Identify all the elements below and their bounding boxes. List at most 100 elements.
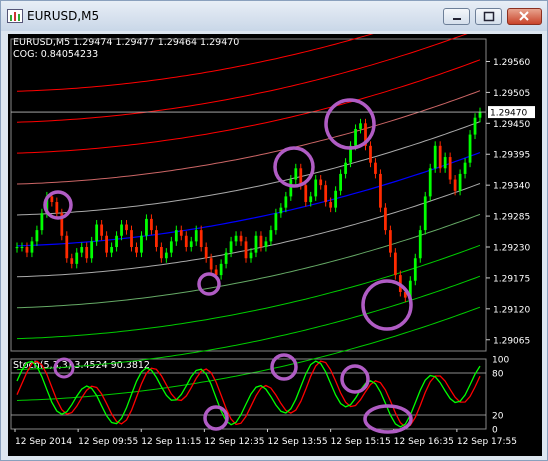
bull-candle [284,196,288,208]
time-tick-label: 12 Sep 15:15 [331,437,391,447]
bear-candle [379,173,382,208]
bear-candle [304,185,308,203]
bull-candle [174,230,178,242]
time-tick-label: 12 Sep 2014 [15,437,72,447]
bull-candle [169,241,173,253]
bear-candle [199,230,203,247]
bull-candle [418,230,422,259]
bull-candle [354,128,357,146]
cog-center-line [16,152,481,247]
price-tick-label: 1.29340 [493,182,530,192]
bull-candle [35,230,39,242]
chart-area[interactable]: EURUSD,M5 1.29474 1.29477 1.29464 1.2947… [8,0,542,456]
bear-candle [384,207,387,231]
price-tick-label: 1.29230 [493,244,530,254]
title-bar[interactable]: EURUSD,M5 [1,1,547,31]
bear-candle [155,230,158,247]
bull-candle [90,241,94,259]
bear-candle [150,218,153,231]
bear-candle [25,247,29,253]
cog-upper-band [16,121,481,216]
bear-candle [130,230,133,247]
minimize-button[interactable] [443,8,470,25]
price-tick-label: 1.29175 [493,274,530,284]
chart-window: EURUSD,M5 EURUSD,M5 1.29474 1.29477 1.29… [0,0,548,461]
chart-window-icon [7,9,23,23]
bull-candle [473,117,477,135]
bear-candle [369,145,372,163]
bull-candle [164,252,168,259]
bear-candle [239,235,243,242]
bear-candle [55,202,59,214]
bull-candle [234,235,238,242]
bear-candle [319,179,323,186]
bear-candle [85,247,89,259]
bull-candle [249,252,253,259]
bull-candle [274,213,278,231]
bull-candle [339,173,342,191]
bear-candle [329,202,333,208]
stoch-tick-label: 80 [492,370,504,380]
bull-candle [264,241,268,247]
highlight-circle [340,364,370,394]
bull-candle [145,218,148,236]
bull-candle [359,123,362,129]
bull-candle [120,224,123,236]
bull-candle [279,207,283,214]
bull-candle [413,258,417,281]
stoch-tick-label: 100 [492,356,509,366]
highlight-circle [203,405,229,431]
bull-candle [468,134,472,163]
bull-candle [344,162,347,174]
time-tick-label: 12 Sep 11:15 [141,437,201,447]
maximize-button[interactable] [475,8,502,25]
bear-candle [100,224,104,236]
cog-lower-band [16,183,481,278]
close-icon [519,11,529,21]
cog-upper-band [16,90,481,185]
bear-candle [448,157,452,180]
bull-candle [269,230,273,242]
price-tick-label: 1.29285 [493,213,530,223]
bear-candle [388,230,392,253]
bull-candle [30,241,34,253]
bull-candle [478,112,482,118]
bull-candle [194,230,198,242]
bear-candle [259,235,263,247]
minimize-icon [453,18,461,20]
time-tick-label: 12 Sep 13:55 [268,437,328,447]
bull-candle [140,235,143,253]
bear-candle [204,247,208,259]
time-tick-label: 12 Sep 09:55 [78,437,138,447]
price-chart[interactable]: EURUSD,M5 1.29474 1.29477 1.29464 1.2947… [8,0,542,456]
bull-candle [314,179,318,197]
bull-candle [458,173,462,191]
bear-candle [324,185,328,203]
bull-candle [20,247,24,248]
cog-upper-band [16,59,481,154]
bull-candle [423,196,427,231]
price-tick-label: 1.29120 [493,305,530,315]
bear-candle [438,145,442,169]
bull-candle [219,263,223,276]
current-price-label: 1.29470 [490,109,527,119]
bear-candle [209,258,213,270]
bull-candle [463,162,467,174]
bull-candle [110,247,113,253]
bull-candle [40,213,44,231]
bull-candle [189,241,193,247]
bull-candle [254,235,258,253]
price-tick-label: 1.29065 [493,336,530,346]
bear-candle [70,258,74,264]
bear-candle [50,196,54,203]
bull-candle [75,252,79,264]
window-title: EURUSD,M5 [27,9,100,23]
bull-candle [334,190,338,208]
price-tick-label: 1.29450 [493,120,530,130]
bear-candle [65,235,69,259]
bull-candle [309,196,313,203]
price-tick-label: 1.29560 [493,58,530,68]
indicator-label: COG: 0.84054233 [13,49,98,60]
close-button[interactable] [507,8,542,25]
bull-candle [289,179,293,197]
